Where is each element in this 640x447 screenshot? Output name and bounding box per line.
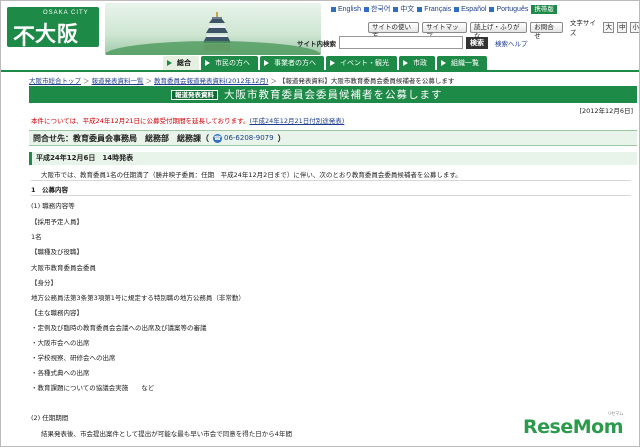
divider [31, 195, 631, 196]
language-bar: English 한국어 中文 Français Español Portuguê… [331, 4, 557, 14]
contact-box: 問合せ先：教育委員会事務局 総務部 総務課（ ☎ 06-6208-9079 ） [29, 130, 637, 146]
page: OSAKA CITY 不 大阪市 English 한국어 中文 Français… [0, 0, 640, 447]
phone-icon: ☎ [213, 133, 222, 143]
search-input[interactable] [339, 36, 463, 49]
tab-citizens[interactable]: 市民の方へ [201, 56, 258, 70]
banner-trees [105, 41, 321, 55]
field-value: 大阪市教育委員会委員 [31, 264, 96, 272]
lang-french[interactable]: Français [417, 6, 451, 13]
breadcrumb: 大阪市総合トップ＞報道発表資料一覧＞教育委員会報道発表資料(2012年12月) ＞… [29, 75, 454, 85]
section-heading: 1 公募内容 [31, 186, 69, 194]
global-nav: 総合 市民の方へ 事業者の方へ イベント・観光 市政 組織一覧 [163, 56, 487, 70]
language-bullet-icon [331, 6, 336, 12]
lang-label: 中文 [400, 6, 415, 13]
contact-phone[interactable]: ☎ 06-6208-9079 [213, 133, 274, 143]
divider [31, 180, 631, 181]
list-item: ・大阪市会への出席 [31, 339, 90, 347]
page-title-band: 報道発表資料 大阪市教育委員会委員候補者を公募します [29, 86, 637, 103]
text-size-large-button[interactable]: 大 [603, 21, 614, 33]
language-bullet-icon [454, 6, 460, 12]
lang-english[interactable]: English [331, 6, 361, 13]
lang-spanish[interactable]: Español [454, 6, 486, 13]
sitemap-button[interactable]: サイトマップ [422, 21, 467, 40]
search-button[interactable]: 検索 [466, 36, 488, 49]
contact-button[interactable]: お問合せ [530, 21, 563, 40]
intro-text: 大阪市では、教育委員1名の任期満了（勝井映子委員：任期 平成24年12月2日まで… [41, 171, 462, 179]
list-item: ・教育課題についての協議会実施 など [31, 384, 155, 392]
breadcrumb-separator-icon: ＞ [83, 77, 90, 85]
lang-label: Español [461, 5, 487, 13]
lang-korean[interactable]: 한국어 [363, 4, 391, 14]
breadcrumb-separator-icon: ＞ [145, 77, 153, 85]
site-usage-button[interactable]: サイトの使い方 [368, 21, 420, 40]
nav-divider [1, 70, 639, 72]
notice-text: 本件については、平成24年12月21日に公募受付期間を延長しております。 [31, 117, 250, 125]
contact-label-end: ） [277, 133, 286, 143]
text-size-label: 文字サイズ [569, 19, 596, 37]
lang-label: Français [424, 5, 452, 13]
language-bullet-icon [417, 6, 423, 12]
lang-label: 한국어 [370, 6, 391, 13]
list-item: ・学校視察、研修会への出席 [31, 354, 116, 362]
read-aloud-button[interactable]: 読上げ・ふりがな [470, 21, 528, 40]
text-size-small-button[interactable]: 小 [630, 21, 639, 33]
tab-events[interactable]: イベント・観光 [326, 56, 397, 70]
field-value: 結果発表後、市会提出案件として提出が可能な最も早い市会で同意を得た日から4年間 [41, 430, 292, 438]
contact-label: 問合せ先：教育委員会事務局 総務部 総務課（ [33, 133, 209, 143]
tab-city-admin[interactable]: 市政 [399, 56, 435, 70]
castle-banner [105, 3, 321, 55]
resemom-watermark: リセマム ReseMom [523, 412, 623, 438]
page-title: 大阪市教育委員会委員候補者を公募します [224, 89, 443, 101]
field-heading: 【職種及び役職】 [31, 248, 83, 256]
osaka-city-logo[interactable]: OSAKA CITY 不 大阪市 [7, 7, 99, 76]
field-heading: 【主な職務内容】 [31, 309, 83, 317]
language-bullet-icon [393, 6, 399, 12]
publication-heading: 平成24年12月6日 14時発表 [29, 152, 637, 165]
lang-portuguese[interactable]: Português [489, 6, 528, 13]
list-item: ・各種式典への出席 [31, 369, 90, 377]
language-bullet-icon [489, 6, 495, 12]
watermark-kana: リセマム [607, 412, 624, 417]
tab-organizations[interactable]: 組織一覧 [437, 56, 487, 70]
field-heading: 【身分】 [31, 279, 57, 287]
breadcrumb-separator-icon: ＞ [270, 77, 277, 85]
field-value: 1名 [31, 233, 42, 241]
subsection-heading: (2) 任期期間 [31, 414, 69, 422]
breadcrumb-home[interactable]: 大阪市総合トップ [29, 77, 81, 85]
logo-city-name: 大阪市 [35, 22, 79, 76]
site-search: サイト内検索 検索 検索ヘルプ [297, 36, 528, 49]
text-size-medium-button[interactable]: 中 [616, 21, 628, 33]
utility-bar: サイトの使い方 サイトマップ 読上げ・ふりがな お問合せ 文字サイズ 大 中 小 [368, 17, 639, 40]
language-bullet-icon [363, 6, 369, 12]
tab-general[interactable]: 総合 [163, 56, 199, 70]
contact-phone-number: 06-6208-9079 [224, 134, 274, 142]
breadcrumb-education-press[interactable]: 教育委員会報道発表資料(2012年12月) [154, 77, 268, 85]
press-release-badge: 報道発表資料 [171, 89, 218, 100]
city-emblem-icon: 不 [13, 25, 36, 50]
breadcrumb-press-list[interactable]: 報道発表資料一覧 [92, 77, 144, 85]
subsection-heading: (1) 職務内容等 [31, 202, 75, 210]
lang-label: Português [496, 5, 529, 13]
lang-chinese[interactable]: 中文 [393, 4, 414, 14]
logo-city-text: OSAKA CITY [43, 10, 89, 16]
extension-notice: 本件については、平成24年12月21日に公募受付期間を延長しております。(平成2… [31, 115, 344, 125]
field-heading: 【採用予定人員】 [31, 218, 83, 226]
search-help-link[interactable]: 検索ヘルプ [495, 38, 528, 48]
release-date: [2012年12月6日] [579, 107, 633, 115]
field-value: 地方公務員法第3条第3項第1号に規定する特別職の地方公務員（非常勤） [31, 294, 245, 302]
tab-business[interactable]: 事業者の方へ [260, 56, 324, 70]
mobile-site-link[interactable]: 携帯版 [531, 4, 557, 14]
search-label: サイト内検索 [297, 39, 336, 48]
list-item: ・定例及び臨時の教育委員会会議への出席及び議案等の審議 [31, 324, 207, 332]
breadcrumb-current: 【報道発表資料】大阪市教育委員会委員候補者を公募します [278, 77, 455, 85]
watermark-brand: ReseMom [523, 416, 623, 438]
notice-link[interactable]: (平成24年12月21日付別途発表) [249, 117, 344, 125]
lang-label: English [338, 5, 361, 13]
site-header: OSAKA CITY 不 大阪市 English 한국어 中文 Français… [1, 1, 639, 76]
